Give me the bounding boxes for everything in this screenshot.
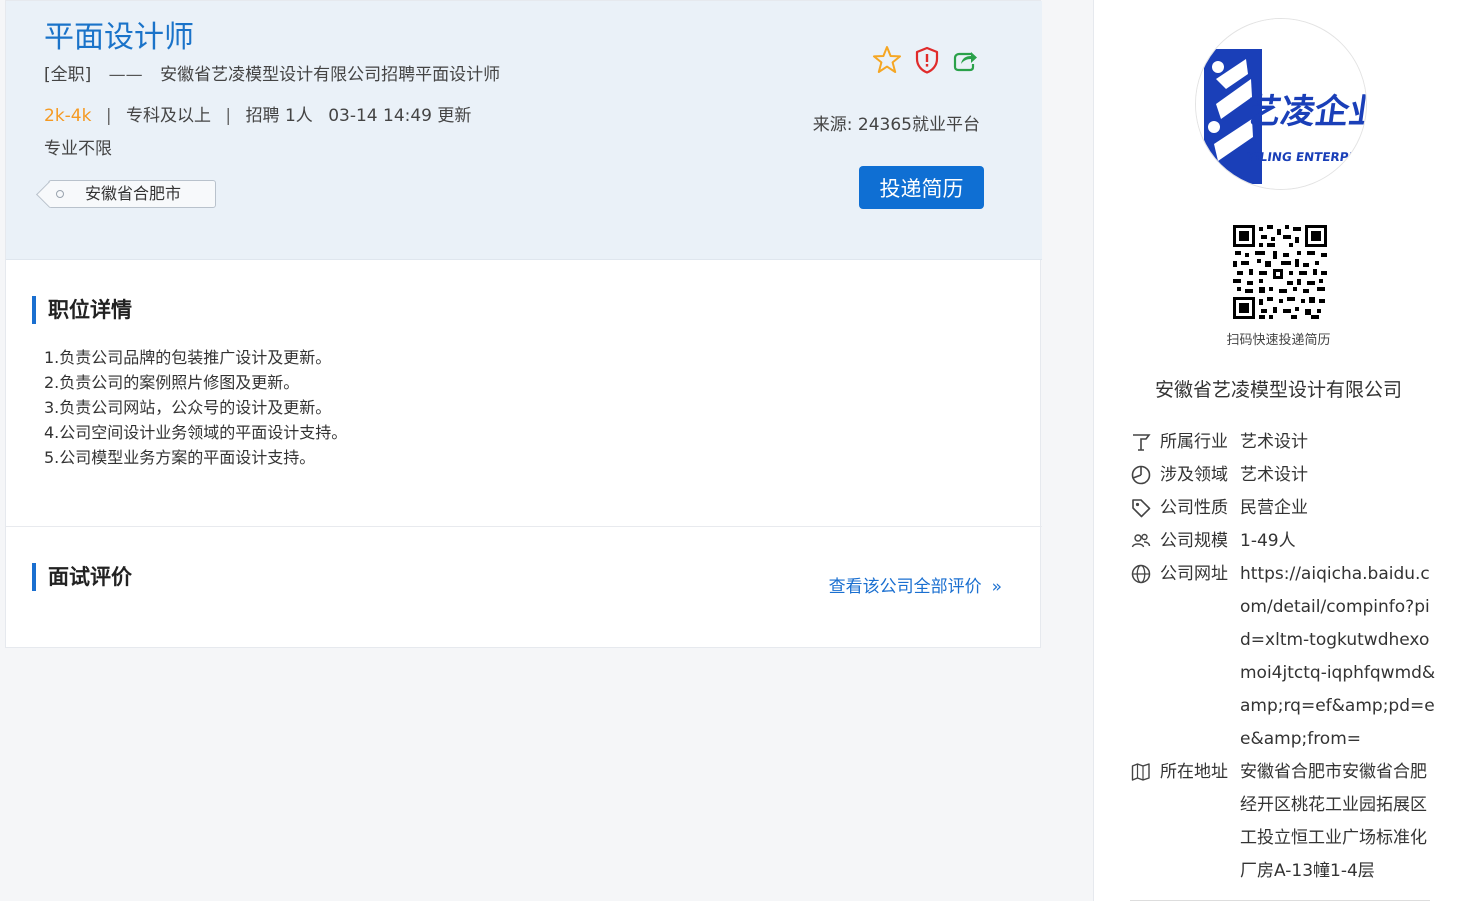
info-label: 所属行业 <box>1160 432 1228 452</box>
duty-item: 2.负责公司的案例照片修图及更新。 <box>44 373 300 392</box>
job-type: [全职] <box>44 65 92 85</box>
info-label: 公司网址 <box>1160 564 1228 584</box>
info-row-nature: 公司性质 民营企业 <box>1130 492 1440 525</box>
people-icon <box>1130 530 1152 552</box>
tag-hole <box>56 190 64 198</box>
company-logo: 艺凌企业 YILING ENTERPRISE <box>1195 18 1367 190</box>
company-name: 安徽省艺凌模型设计有限公司 <box>1154 379 1402 401</box>
tag-icon <box>1130 497 1152 519</box>
headcount: 招聘 1人 <box>245 106 313 126</box>
report-shield-icon[interactable] <box>912 45 942 75</box>
logo-subtext: YILING ENTERPRISE <box>1245 150 1367 164</box>
job-card: 平面设计师 [全职] —— 安徽省艺凌模型设计有限公司招聘平面设计师 2k-4k… <box>5 0 1042 648</box>
info-value: 安徽省合肥市安徽省合肥经开区桃花工业园拓展区工投立恒工业广场标准化厂房A-13幢… <box>1240 762 1427 881</box>
info-value: 艺术设计 <box>1240 432 1308 452</box>
industry-icon <box>1130 431 1152 453</box>
star-icon[interactable] <box>872 45 902 75</box>
qr-code <box>1233 225 1327 319</box>
info-label: 涉及领域 <box>1160 465 1228 485</box>
double-chevron-icon: » <box>991 577 1002 597</box>
salary: 2k-4k <box>44 106 92 126</box>
apply-resume-button[interactable]: 投递简历 <box>859 166 984 209</box>
info-value: 艺术设计 <box>1240 465 1308 485</box>
share-icon[interactable] <box>950 45 980 75</box>
job-subtitle: 安徽省艺凌模型设计有限公司招聘平面设计师 <box>160 65 501 85</box>
map-icon <box>1130 761 1152 783</box>
duty-item: 3.负责公司网站，公众号的设计及更新。 <box>44 398 332 417</box>
info-row-scale: 公司规模 1-49人 <box>1130 525 1440 558</box>
info-label: 公司性质 <box>1160 498 1228 518</box>
meta-separator: | <box>105 106 112 126</box>
job-meta-row: 2k-4k | 专科及以上 | 招聘 1人 03-14 14:49 更新 <box>44 104 471 128</box>
meta-separator: | <box>225 106 232 126</box>
major-requirement: 专业不限 <box>44 139 112 159</box>
job-title: 平面设计师 <box>44 20 194 55</box>
info-value: 1-49人 <box>1240 531 1296 551</box>
location-text: 安徽省合肥市 <box>85 184 182 203</box>
info-value: 民营企业 <box>1240 498 1308 518</box>
info-row-address: 所在地址 安徽省合肥市安徽省合肥经开区桃花工业园拓展区工投立恒工业广场标准化厂房… <box>1130 756 1440 888</box>
duty-item: 1.负责公司品牌的包装推广设计及更新。 <box>44 348 332 367</box>
all-reviews-link[interactable]: 查看该公司全部评价 » <box>829 575 1002 599</box>
info-row-domain: 涉及领域 艺术设计 <box>1130 459 1440 492</box>
info-row-industry: 所属行业 艺术设计 <box>1130 426 1440 459</box>
update-time: 03-14 14:49 更新 <box>328 106 472 126</box>
duty-item: 4.公司空间设计业务领域的平面设计支持。 <box>44 423 348 442</box>
dash-separator: —— <box>108 65 143 85</box>
section-divider <box>6 526 1042 527</box>
job-subtitle-row: [全职] —— 安徽省艺凌模型设计有限公司招聘平面设计师 <box>44 63 500 87</box>
job-header: 平面设计师 [全职] —— 安徽省艺凌模型设计有限公司招聘平面设计师 2k-4k… <box>6 1 1042 260</box>
company-website-link[interactable]: https://aiqicha.baidu.com/detail/compinf… <box>1240 558 1440 756</box>
qr-caption: 扫码快速投递简历 <box>1226 333 1331 348</box>
company-panel: 艺凌企业 YILING ENTERPRISE 扫码快速投递简历 安徽省艺凌模型设… <box>1093 0 1462 901</box>
logo-text: 艺凌企业 <box>1244 92 1367 132</box>
duty-item: 5.公司模型业务方案的平面设计支持。 <box>44 448 316 467</box>
company-info-list: 所属行业 艺术设计 涉及领域 艺术设计 公司性质 民营企业 公司规模 1-49人 <box>1130 426 1440 888</box>
education: 专科及以上 <box>126 106 212 126</box>
location-tag: 安徽省合肥市 <box>36 180 216 208</box>
job-details-heading: 职位详情 <box>32 296 132 324</box>
info-label: 公司规模 <box>1160 531 1228 551</box>
info-label: 所在地址 <box>1160 762 1228 782</box>
globe-icon <box>1130 563 1152 585</box>
source-label: 来源: 24365就业平台 <box>812 115 980 135</box>
info-row-website: 公司网址 https://aiqicha.baidu.com/detail/co… <box>1130 558 1440 756</box>
interview-review-heading: 面试评价 <box>32 563 132 591</box>
domain-pie-icon <box>1130 464 1152 486</box>
duty-list: 1.负责公司品牌的包装推广设计及更新。 2.负责公司的案例照片修图及更新。 3.… <box>44 345 347 470</box>
all-reviews-label: 查看该公司全部评价 <box>828 577 982 597</box>
